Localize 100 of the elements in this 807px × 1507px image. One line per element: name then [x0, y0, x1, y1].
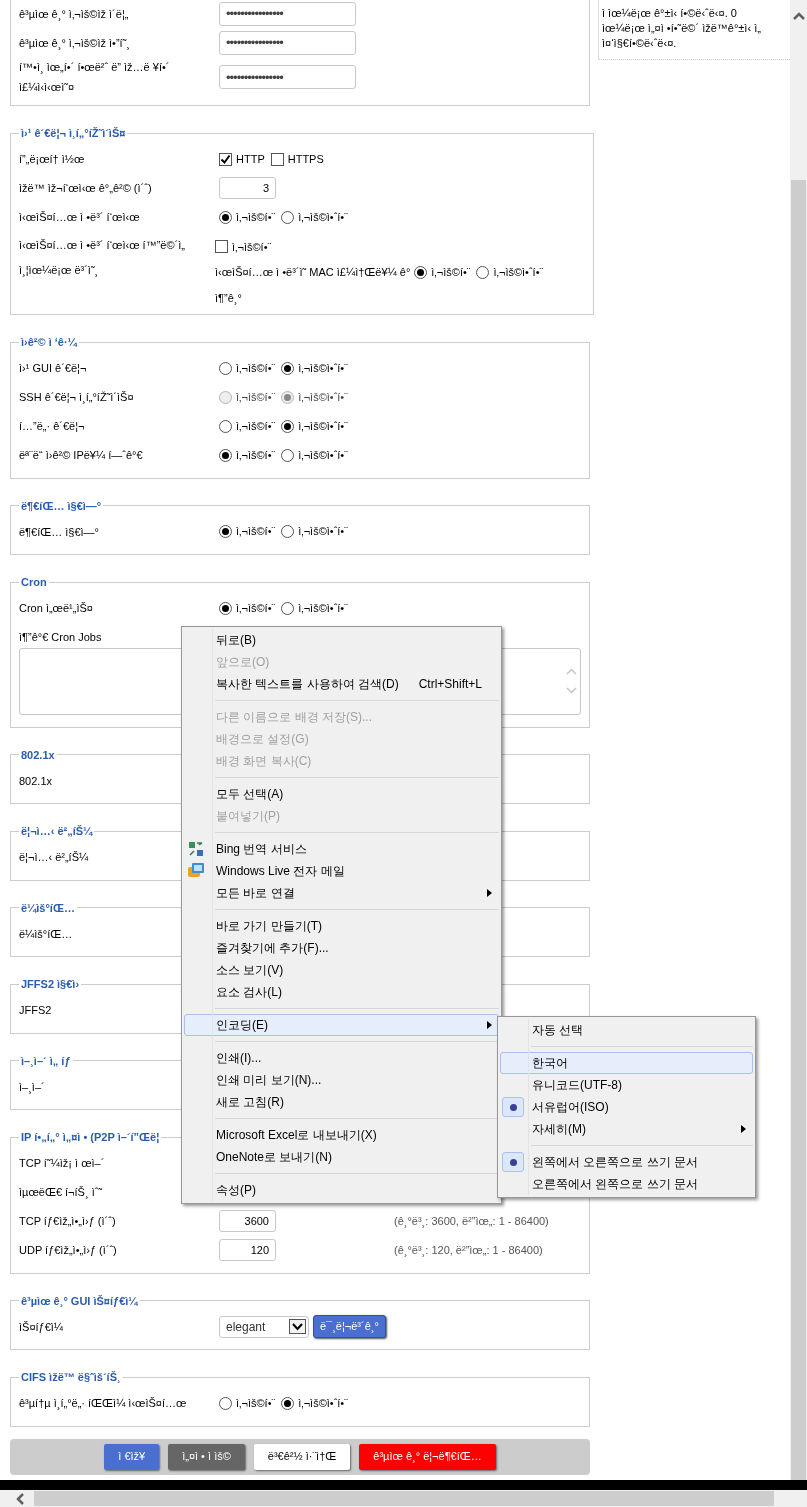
radio-button[interactable] [414, 265, 428, 279]
radio-label: ì‚¬ìš©í•¨ [431, 265, 471, 280]
bullet-icon [502, 1097, 524, 1117]
menu-item[interactable]: 왼쪽에서 오른쪽으로 쓰기 문서 [500, 1151, 753, 1173]
password-field[interactable]: •••••••••••••••• [219, 30, 356, 55]
field-label: ê³µí†µ ì¸í„°ë„· íŒŒì¼ ì‹œìŠ¤í…œ [19, 1396, 188, 1412]
radio-label: ì‚¬ìš©ì•ˆí•¨ [298, 524, 348, 540]
number-field[interactable]: 3 [219, 177, 276, 199]
radio-label: ì‚¬ìš©ì•ˆí•¨ [298, 447, 348, 463]
section-title: ì›¹ ê´€ë¦¬ ì¸í„°íŽ˜ì´ìŠ¤ [20, 126, 127, 141]
radio-button[interactable] [281, 210, 295, 224]
field-label: ì‹œìŠ¤í…œ ì •ë³´ í‘œì‹œ [19, 210, 141, 225]
field-label: Cron ì„œë¹„ìŠ¤ [19, 601, 94, 616]
help-text: ì ìœ¼ë¡œ ê°±ì‹ í•©ë‹ˆë‹¤. 0 [602, 6, 738, 21]
field-label: UDP íƒ€ìž„ì•„ì›ƒ (ì´ˆ) [19, 1243, 118, 1258]
radio-button[interactable] [219, 448, 232, 462]
menu-item[interactable]: 새로 고침(R) [184, 1091, 499, 1113]
menu-item[interactable]: 복사한 텍스트를 사용하여 검색(D) Ctrl+Shift+L [184, 673, 499, 695]
section-title: Cron [20, 575, 48, 590]
radio-label: ì‚¬ìš©ì•ˆí•¨ [298, 418, 348, 434]
menu-item[interactable]: Windows Live 전자 메일 [184, 860, 499, 882]
radio-button[interactable] [219, 601, 232, 615]
field-label: SSH ê´€ë¦¬ ì¸í„°íŽ˜ì´ìŠ¤ [19, 390, 135, 406]
checkbox[interactable] [219, 152, 232, 166]
field-label: ì›¹ GUI ê´€ë¦¬ [19, 361, 88, 376]
radio-button[interactable] [476, 265, 490, 279]
checkbox[interactable] [270, 152, 284, 166]
action-button[interactable]: ê³µìœ ê¸° ë¦¬ë¶€íŒ… [359, 1443, 496, 1470]
action-button[interactable]: ì €ìž¥ [104, 1443, 160, 1470]
menu-item[interactable]: Microsoft Excel로 내보내기(X) [184, 1124, 499, 1146]
radio-button[interactable] [219, 1396, 232, 1410]
option-label: ì‹œìŠ¤í…œ ì •ë³´ì˜ MAC ì£¼ì†Œë¥¼ ê° [215, 265, 411, 280]
checkbox[interactable] [215, 240, 228, 254]
section-title: ë¦¬ì…‹ ë²„íŠ¼ [20, 824, 94, 839]
radio-button[interactable] [281, 419, 295, 433]
password-field[interactable]: •••••••••••••••• [219, 65, 356, 89]
field-label: ë¦¬ì…‹ ë²„íŠ¼ [19, 850, 89, 865]
radio-button[interactable] [219, 210, 232, 224]
menu-item[interactable]: 즐겨찾기에 추가(F)... [184, 937, 499, 959]
field-label: ëª¨ë“ ì›ê²© IPë¥¼ í—ˆê°€ [19, 448, 144, 463]
scroll-up-icon[interactable] [792, 12, 805, 20]
option-label: ì¶”ê¸° [215, 290, 243, 306]
radio-button[interactable] [281, 448, 295, 462]
radio-label: ì‚¬ìš©ì•ˆí•¨ [298, 360, 348, 376]
radio-button[interactable] [281, 525, 295, 538]
field-label: TCP íƒ€ìž„ì•„ì›ƒ (ì´ˆ) [19, 1214, 117, 1229]
menu-item[interactable]: Bing 번역 서비스 [184, 838, 499, 860]
menu-item[interactable]: 서유럽어(ISO) [500, 1096, 753, 1118]
section-title: ë¶€íŒ… ì§€ì—° [20, 498, 103, 514]
menu-item[interactable]: 속성(P) [184, 1179, 499, 1201]
section-title: ê³µìœ ê¸° GUI ìŠ¤íƒ€ì¼ [20, 1293, 139, 1309]
field-label: ê³µìœ ê¸° ì‚¬ìš©ìž ì´ë¦„ [19, 6, 130, 23]
field-label: ì‹œìŠ¤í…œ ì •ë³´ í‘œì‹œ í™”ë©´ì„ ì¸¦ìœ¼ë¡œ ë³´ì˜¸ [19, 237, 186, 279]
checkbox-label: ì‚¬ìš©í•¨ [232, 239, 272, 255]
number-field[interactable]: 3600 [219, 1210, 276, 1232]
bullet-icon [502, 1152, 524, 1172]
menu-item[interactable]: 인코딩(E) [184, 1014, 499, 1036]
radio-label: ì‚¬ìš©ì•ˆí•¨ [298, 600, 348, 616]
menu-item[interactable]: 모두 선택(A) [184, 783, 499, 805]
menu-item[interactable]: 인쇄(I)... [184, 1047, 499, 1069]
vertical-scrollbar[interactable] [790, 0, 807, 1480]
radio-label: ì‚¬ìš©ì•ˆí•¨ [298, 1395, 348, 1411]
menu-item[interactable]: OneNote로 보내기(N) [184, 1146, 499, 1168]
number-field[interactable]: 120 [219, 1239, 276, 1261]
radio-button[interactable] [219, 419, 232, 433]
horizontal-scrollbar[interactable] [0, 1490, 807, 1507]
radio-button[interactable] [219, 525, 232, 538]
menu-item[interactable]: 자세히(M) [500, 1118, 753, 1140]
radio-label: ì‚¬ìš©í•¨ [236, 209, 276, 225]
radio-label: ì‚¬ìš©í•¨ [236, 600, 276, 616]
radio-button[interactable] [219, 361, 232, 375]
scroll-left-icon[interactable] [16, 1492, 24, 1505]
menu-item[interactable]: 모든 바로 연결 [184, 882, 499, 904]
radio-button[interactable] [281, 361, 295, 375]
menu-item[interactable]: 자동 선택 [500, 1019, 753, 1041]
radio-label: ì‚¬ìš©í•¨ [236, 418, 276, 434]
checkbox-label: HTTPS [287, 151, 324, 167]
action-button[interactable]: ì„¤ì • ì ìš© [168, 1443, 245, 1470]
password-field[interactable]: •••••••••••••••• [219, 1, 356, 26]
preview-button[interactable]: ë¯¸ë¦¬ë³´ê¸° [313, 1315, 386, 1338]
action-button[interactable]: ë³€ê²½ ì·¨ì†Œ [253, 1443, 351, 1470]
menu-item[interactable]: 인쇄 미리 보기(N)... [184, 1069, 499, 1091]
submenu-arrow-icon [741, 1125, 746, 1133]
menu-item[interactable]: 소스 보기(V) [184, 959, 499, 981]
radio-button[interactable] [281, 601, 295, 615]
section-title: JFFS2 ì§€ì› [20, 977, 81, 992]
menu-item[interactable]: 오른쪽에서 왼쪽으로 쓰기 문서 [500, 1173, 753, 1195]
radio-button[interactable] [281, 1396, 295, 1410]
menu-item[interactable]: 뒤로(B) [184, 629, 499, 651]
menu-item[interactable]: 바로 가기 만들기(T) [184, 915, 499, 937]
style-dropdown[interactable]: elegant [219, 1315, 309, 1338]
radio-label: ì‚¬ìš©ì•ˆí•¨ [298, 389, 348, 405]
radio-label: ì‚¬ìš©í•¨ [236, 1395, 276, 1411]
hint-text: (ê¸°ë³¸: 3600, ë²”ìœ„: 1 - 86400) [394, 1213, 549, 1230]
field-label: í”„ë¡œí† ì½œ [19, 152, 86, 167]
menu-item[interactable]: 한국어 [500, 1052, 753, 1074]
menu-item[interactable]: 요소 검사(L) [184, 981, 499, 1003]
menu-item[interactable]: 유니코드(UTF-8) [500, 1074, 753, 1096]
radio-label: ì‚¬ìš©ì•ˆí•¨ [493, 265, 544, 280]
mail-icon [187, 862, 205, 880]
